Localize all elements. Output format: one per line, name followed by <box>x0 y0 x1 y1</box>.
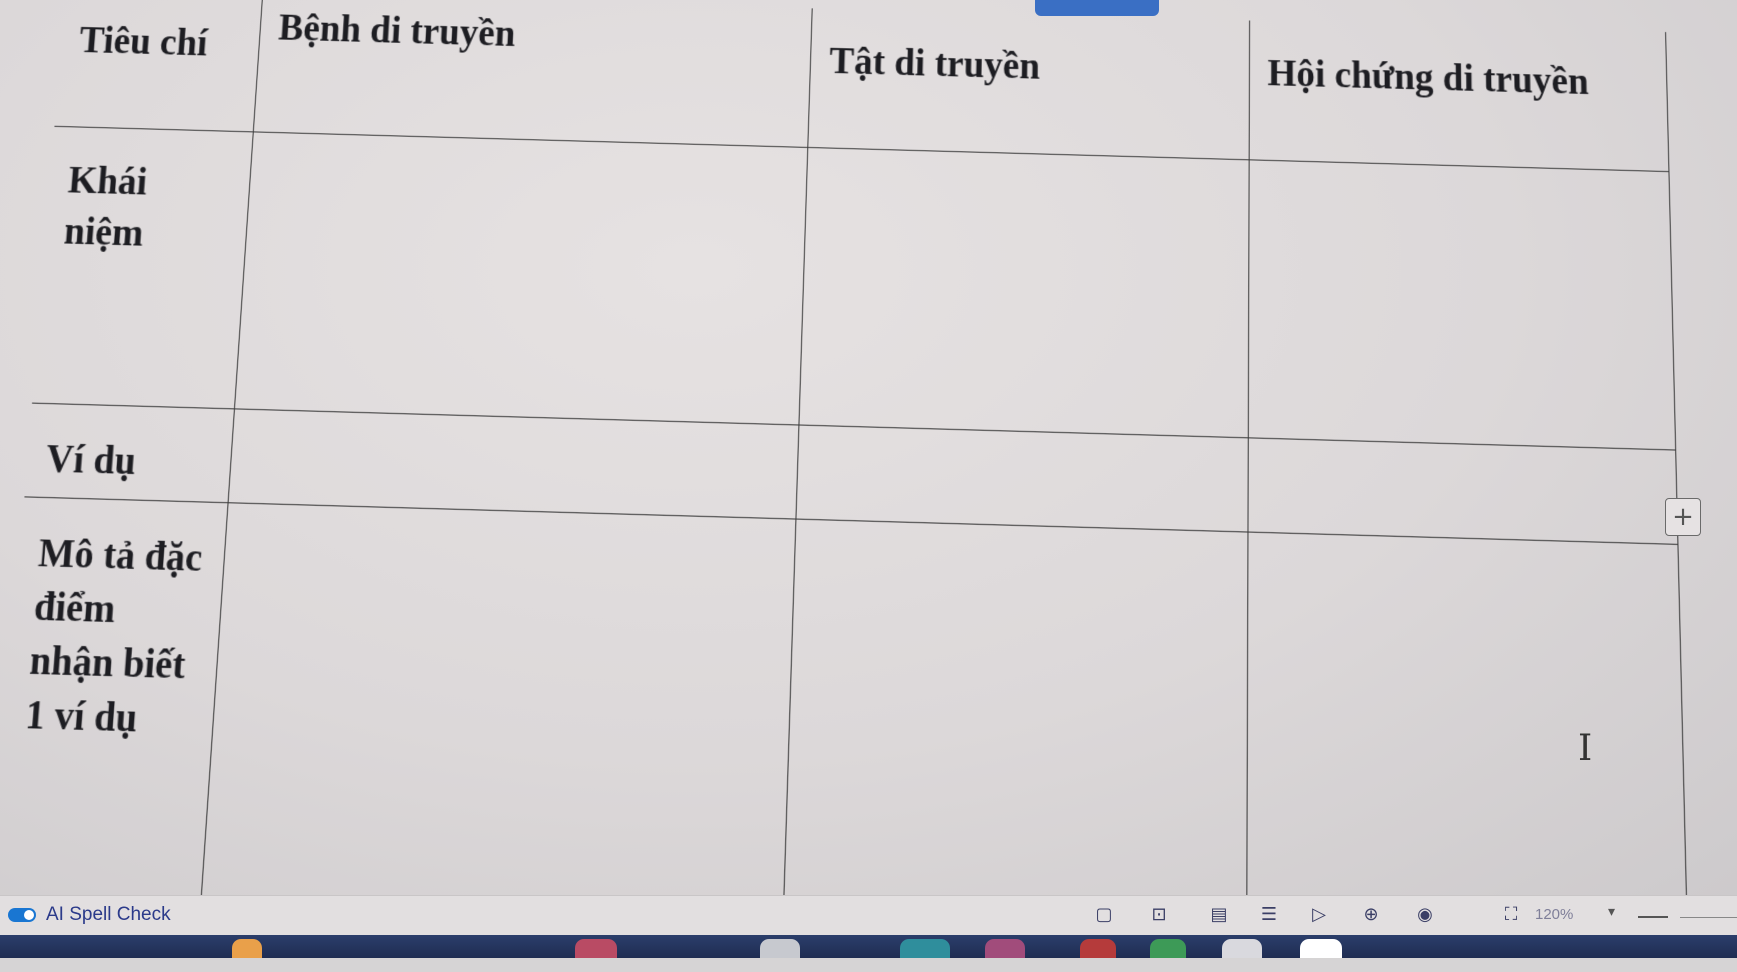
header-genetic-syndrome[interactable]: Hội chứng di truyền <box>1248 20 1669 172</box>
status-bar: AI Spell Check ▢ ⊡ ▤ ☰ ▷ ⊕ ◉ ⛶ 120% ▾ <box>0 895 1737 936</box>
play-icon[interactable]: ▷ <box>1308 904 1330 926</box>
page-icon[interactable]: ▢ <box>1093 904 1115 926</box>
header-criteria[interactable]: Tiêu chí <box>54 0 263 132</box>
table-row: Khái niệm <box>32 126 1676 451</box>
spell-toggle-icon[interactable] <box>8 908 36 922</box>
table-cell[interactable] <box>1247 437 1678 545</box>
row-label-example[interactable]: Ví dụ <box>24 403 235 503</box>
table-cell[interactable] <box>1246 532 1688 948</box>
list-icon[interactable]: ☰ <box>1258 904 1280 926</box>
comparison-table[interactable]: Tiêu chí Bệnh di truyền Tật di truyền Hộ… <box>0 0 1688 948</box>
header-genetic-defect[interactable]: Tật di truyền <box>808 8 1250 160</box>
document-canvas[interactable]: Tiêu chí Bệnh di truyền Tật di truyền Hộ… <box>0 0 1737 948</box>
table-cell[interactable] <box>234 131 809 426</box>
taskbar-app-icon[interactable] <box>1300 939 1342 958</box>
taskbar-app-icon[interactable] <box>1150 939 1186 958</box>
spell-check-control[interactable]: AI Spell Check <box>8 904 171 926</box>
taskbar-app-icon[interactable] <box>575 939 617 958</box>
table-cell[interactable] <box>799 147 1249 438</box>
taskbar-app-icon[interactable] <box>985 939 1025 958</box>
taskbar-app-icon[interactable] <box>1080 939 1116 958</box>
text-cursor-icon: I <box>1578 728 1593 769</box>
taskbar-app-icon[interactable] <box>760 939 800 958</box>
add-row-icon[interactable]: + <box>1665 498 1701 536</box>
table-cell[interactable] <box>227 408 800 520</box>
document-page[interactable]: Tiêu chí Bệnh di truyền Tật di truyền Hộ… <box>0 0 1737 972</box>
fullscreen-icon[interactable]: ⛶ <box>1500 904 1522 926</box>
taskbar-app-icon[interactable] <box>232 939 262 958</box>
table-cell[interactable] <box>1247 159 1676 451</box>
table-row: Mô tả đặc điểm nhận biết 1 ví dụ <box>0 496 1688 948</box>
taskbar-app-icon[interactable] <box>1222 939 1262 958</box>
table-cell[interactable] <box>783 519 1248 935</box>
globe-icon[interactable]: ⊕ <box>1360 904 1382 926</box>
eye-icon[interactable]: ◉ <box>1414 904 1436 926</box>
table-cell[interactable] <box>200 502 797 921</box>
taskbar <box>0 935 1737 958</box>
row-label-description[interactable]: Mô tả đặc điểm nhận biết 1 ví dụ <box>0 496 228 904</box>
layout-icon[interactable]: ▤ <box>1208 904 1230 926</box>
table-cell[interactable] <box>796 425 1248 533</box>
header-genetic-disease[interactable]: Bệnh di truyền <box>253 0 813 148</box>
zoom-slider[interactable] <box>1680 917 1737 918</box>
zoom-level[interactable]: 120% <box>1535 906 1573 923</box>
chevron-down-icon[interactable]: ▾ <box>1608 904 1615 920</box>
spell-check-label: AI Spell Check <box>46 904 171 925</box>
row-label-concept[interactable]: Khái niệm <box>32 126 254 409</box>
taskbar-app-icon[interactable] <box>900 939 950 958</box>
zoom-out-icon[interactable] <box>1638 916 1668 918</box>
page-number-icon[interactable]: ⊡ <box>1148 904 1170 926</box>
